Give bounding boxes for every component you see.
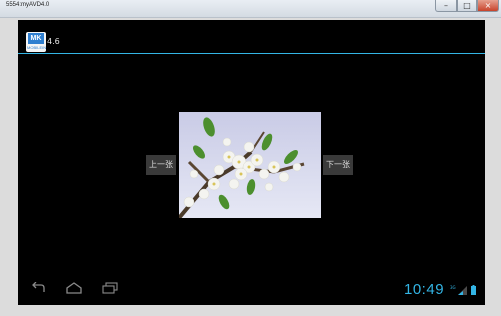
close-icon: ×: [484, 1, 492, 10]
android-screen: MK MOBILEIN 4.6 上一张 下一张 10:49 3G: [18, 20, 485, 305]
back-icon[interactable]: [30, 282, 46, 294]
window-titlebar[interactable]: 5554:myAVD4.0 – □ ×: [0, 0, 501, 18]
network-type-label: 3G: [450, 285, 456, 290]
emulator-window: 5554:myAVD4.0 – □ × MK MOBILEIN 4.6 上一张: [0, 0, 501, 316]
maximize-button[interactable]: □: [457, 0, 477, 12]
maximize-icon: □: [463, 1, 471, 10]
gallery-image: [179, 112, 321, 218]
close-button[interactable]: ×: [477, 0, 499, 12]
action-bar: MK MOBILEIN 4.6: [18, 20, 485, 52]
app-title: 4.6: [47, 37, 60, 46]
previous-image-button[interactable]: 上一张: [146, 155, 176, 175]
app-icon-subtext: MOBILEIN: [27, 45, 46, 50]
blossom-photo: [179, 112, 321, 218]
home-icon[interactable]: [66, 282, 82, 294]
action-bar-divider: [18, 53, 485, 54]
app-icon-logo: MK: [28, 33, 44, 44]
window-title: 5554:myAVD4.0: [6, 2, 50, 8]
status-icons: 3G: [450, 285, 476, 295]
next-image-button[interactable]: 下一张: [323, 155, 353, 175]
status-clock: 10:49: [404, 281, 445, 298]
recent-apps-icon[interactable]: [102, 282, 118, 294]
minimize-button[interactable]: –: [435, 0, 457, 12]
system-navigation-bar: 10:49 3G: [18, 273, 485, 305]
battery-icon: [471, 286, 476, 295]
app-icon[interactable]: MK MOBILEIN: [26, 32, 46, 52]
minimize-icon: –: [444, 1, 448, 10]
